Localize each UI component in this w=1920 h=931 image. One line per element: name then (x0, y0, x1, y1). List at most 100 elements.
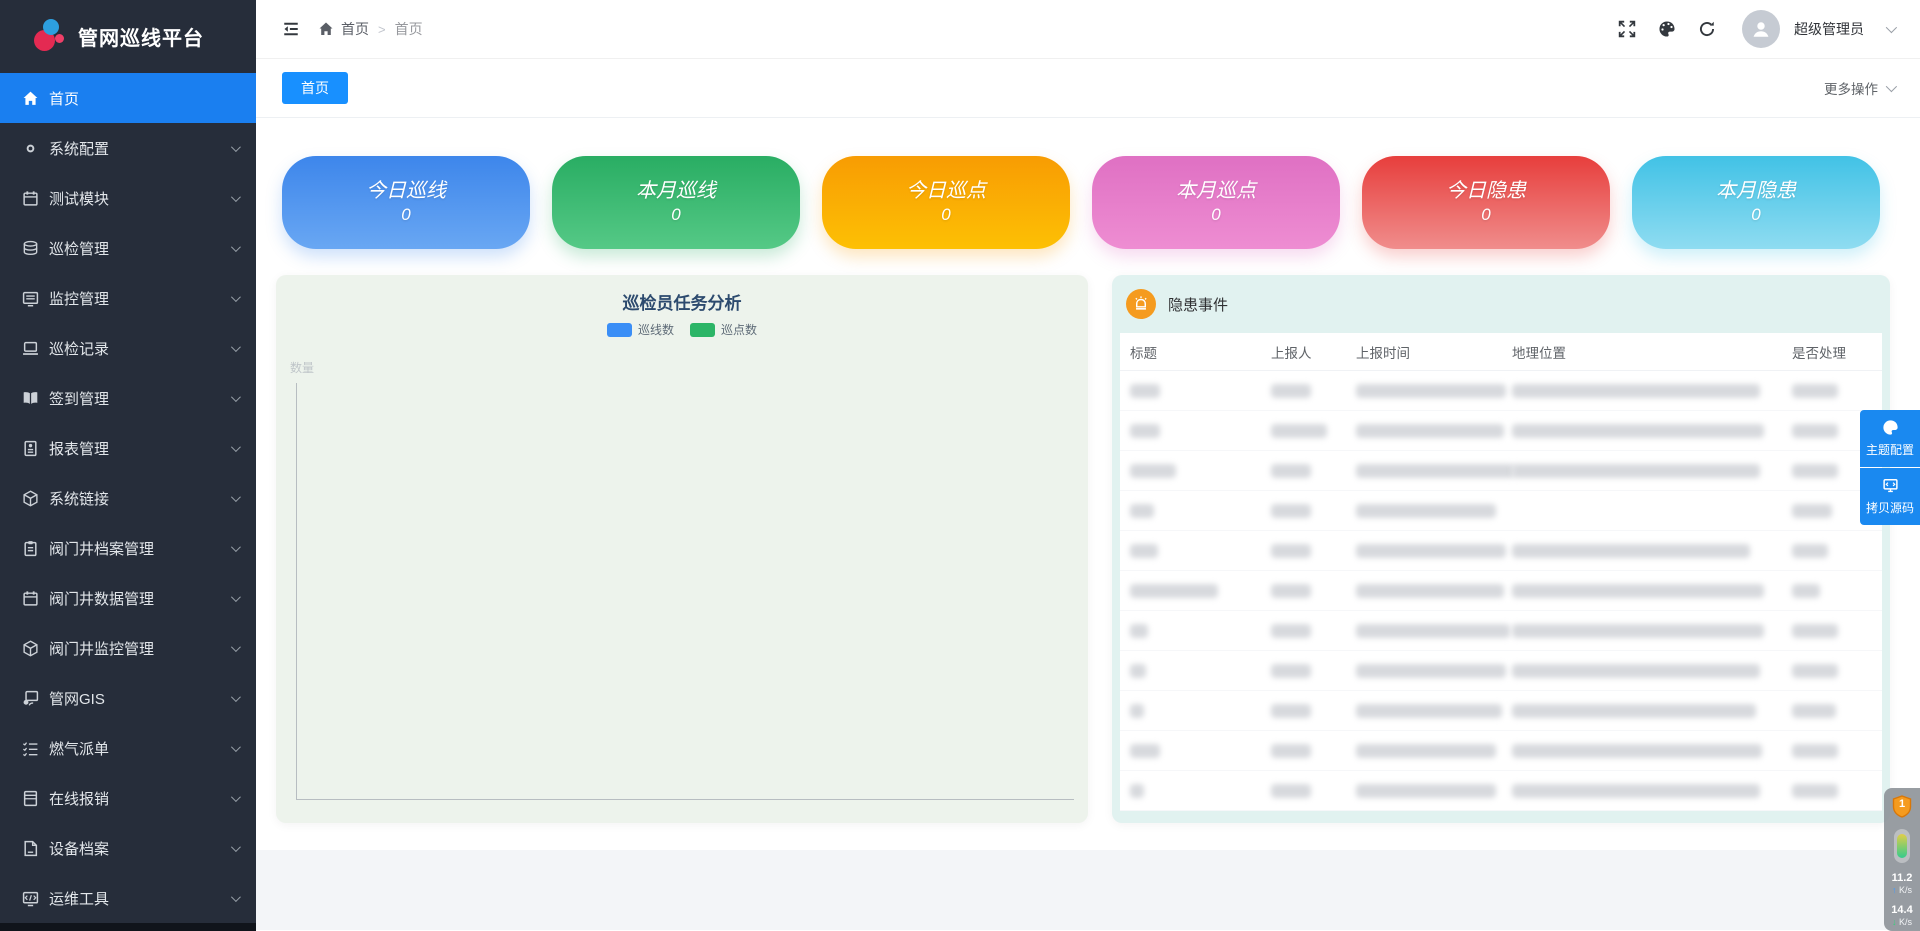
breadcrumb-current: 首页 (395, 19, 423, 39)
stat-card-month-lines[interactable]: 本月巡线 0 (552, 156, 800, 249)
table-row[interactable] (1120, 571, 1882, 611)
theme-config-button[interactable]: 主题配置 (1860, 410, 1920, 467)
shield-badge-count: 1 (1892, 798, 1912, 810)
sidebar-item-system-links[interactable]: 系统链接 (0, 473, 256, 523)
redacted-cell-value (1356, 624, 1510, 638)
table-row[interactable] (1120, 491, 1882, 531)
chart-y-axis-line (296, 383, 297, 799)
redacted-cell-value (1356, 584, 1504, 598)
stat-card-today-points[interactable]: 今日巡点 0 (822, 156, 1070, 249)
sidebar: 管网巡线平台 首页 系统配置 测试模块 巡检管理 监控管理 巡检记 (0, 0, 256, 931)
chevron-down-icon (231, 142, 241, 152)
chevron-down-icon (231, 292, 241, 302)
floating-side-tools: 主题配置 拷贝源码 (1860, 410, 1920, 525)
redacted-cell-value (1356, 504, 1496, 518)
redacted-cell-value (1356, 744, 1496, 758)
redacted-cell-value (1792, 704, 1836, 718)
sidebar-item-monitoring-management[interactable]: 监控管理 (0, 273, 256, 323)
redacted-cell-value (1512, 544, 1750, 558)
monitor-list-icon (22, 290, 39, 307)
net-speed-monitor-widget[interactable]: 1 11.2 ↑ K/s 14.4 ↓ K/s (1884, 788, 1920, 931)
inspector-task-chart-panel: 巡检员任务分析 巡线数 巡点数 数量 (276, 275, 1088, 823)
legend-item-lines[interactable]: 巡线数 (607, 321, 674, 338)
sidebar-item-valve-well-archives[interactable]: 阀门井档案管理 (0, 523, 256, 573)
redacted-cell-value (1792, 384, 1838, 398)
redacted-cell-value (1271, 664, 1311, 678)
sidebar-item-checkin-management[interactable]: 签到管理 (0, 373, 256, 423)
avatar[interactable] (1742, 10, 1780, 48)
list-check-icon (22, 740, 39, 757)
collapse-menu-icon[interactable] (282, 20, 300, 38)
table-row[interactable] (1120, 531, 1882, 571)
table-row[interactable] (1120, 731, 1882, 771)
app-logo[interactable]: 管网巡线平台 (0, 0, 256, 73)
redacted-cell-value (1271, 584, 1311, 598)
gis-icon (22, 690, 39, 707)
redacted-cell-value (1130, 544, 1158, 558)
refresh-icon[interactable] (1698, 20, 1716, 38)
redacted-cell-value (1271, 704, 1311, 718)
theme-palette-icon[interactable] (1658, 20, 1676, 38)
table-row[interactable] (1120, 451, 1882, 491)
tab-home[interactable]: 首页 (282, 72, 348, 104)
chevron-down-icon (231, 342, 241, 352)
sidebar-item-home[interactable]: 首页 (0, 73, 256, 123)
sidebar-item-ops-tools[interactable]: 运维工具 (0, 873, 256, 923)
table-row[interactable] (1120, 411, 1882, 451)
stat-card-today-hazards[interactable]: 今日隐患 0 (1362, 156, 1610, 249)
breadcrumb-home[interactable]: 首页 (341, 19, 369, 39)
redacted-cell-value (1130, 624, 1148, 638)
sidebar-item-gas-dispatch[interactable]: 燃气派单 (0, 723, 256, 773)
stat-card-month-points[interactable]: 本月巡点 0 (1092, 156, 1340, 249)
redacted-cell-value (1130, 584, 1218, 598)
breadcrumb-separator: > (378, 22, 386, 37)
shield-badge-icon: 1 (1892, 795, 1912, 818)
main-area: 首页 > 首页 超级管理员 首页 更多操作 今日巡线 0 本月巡线 (256, 0, 1920, 931)
redacted-cell-value (1356, 664, 1506, 678)
redacted-cell-value (1271, 784, 1311, 798)
copy-source-button[interactable]: 拷贝源码 (1860, 468, 1920, 525)
sidebar-item-inspection-records[interactable]: 巡检记录 (0, 323, 256, 373)
chart-legend: 巡线数 巡点数 (276, 321, 1088, 338)
content: 今日巡线 0 本月巡线 0 今日巡点 0 本月巡点 0 今日隐患 0 本月隐患 … (256, 118, 1920, 930)
table-row[interactable] (1120, 651, 1882, 691)
chevron-down-icon (231, 492, 241, 502)
sidebar-item-system-config[interactable]: 系统配置 (0, 123, 256, 173)
chart-x-axis-line (296, 799, 1074, 800)
redacted-cell-value (1356, 464, 1514, 478)
username[interactable]: 超级管理员 (1794, 19, 1864, 39)
legend-swatch-blue (607, 323, 632, 337)
sidebar-item-report-management[interactable]: 报表管理 (0, 423, 256, 473)
sidebar-item-test-module[interactable]: 测试模块 (0, 173, 256, 223)
redacted-cell-value (1130, 464, 1176, 478)
redacted-cell-value (1130, 384, 1160, 398)
sidebar-item-inspection-management[interactable]: 巡检管理 (0, 223, 256, 273)
sidebar-bottom-bar (0, 923, 256, 931)
more-actions-button[interactable]: 更多操作 (1824, 78, 1894, 98)
redacted-cell-value (1792, 424, 1838, 438)
redacted-cell-value (1271, 464, 1311, 478)
terminal-icon (22, 890, 39, 907)
arrow-up-icon: ↑ (1892, 885, 1897, 895)
stat-card-today-lines[interactable]: 今日巡线 0 (282, 156, 530, 249)
home-icon[interactable] (318, 21, 334, 37)
table-row[interactable] (1120, 611, 1882, 651)
report-icon (22, 440, 39, 457)
sidebar-item-pipeline-gis[interactable]: 管网GIS (0, 673, 256, 723)
redacted-cell-value (1792, 544, 1828, 558)
redacted-cell-value (1512, 664, 1760, 678)
hazard-events-title: 隐患事件 (1168, 294, 1228, 315)
sidebar-item-valve-well-monitoring[interactable]: 阀门井监控管理 (0, 623, 256, 673)
table-row[interactable] (1120, 371, 1882, 411)
chevron-down-icon[interactable] (1886, 22, 1897, 33)
fullscreen-icon[interactable] (1618, 20, 1636, 38)
stat-card-month-hazards[interactable]: 本月隐患 0 (1632, 156, 1880, 249)
table-row[interactable] (1120, 691, 1882, 731)
legend-item-points[interactable]: 巡点数 (690, 321, 757, 338)
user-icon (1750, 18, 1772, 40)
redacted-cell-value (1512, 704, 1756, 718)
sidebar-item-valve-well-data[interactable]: 阀门井数据管理 (0, 573, 256, 623)
table-row[interactable] (1120, 771, 1882, 811)
sidebar-item-online-reimbursement[interactable]: 在线报销 (0, 773, 256, 823)
sidebar-item-equipment-archives[interactable]: 设备档案 (0, 823, 256, 873)
